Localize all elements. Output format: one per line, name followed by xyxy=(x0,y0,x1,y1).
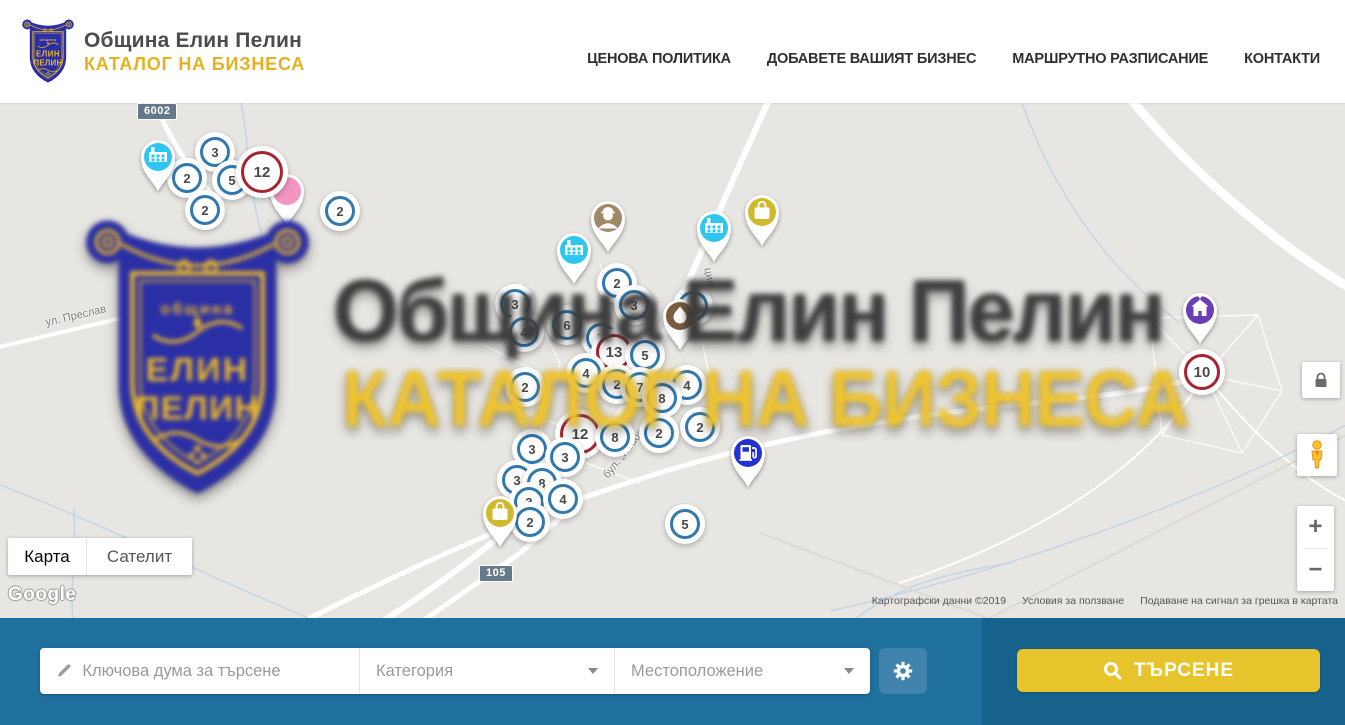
nav-contacts[interactable]: КОНТАКТИ xyxy=(1244,51,1320,67)
nav-route-schedule[interactable]: МАРШРУТНО РАЗПИСАНИЕ xyxy=(1012,51,1208,67)
search-button-label: ТЪРСЕНЕ xyxy=(1134,660,1234,682)
municipality-crest-icon xyxy=(22,13,74,91)
map-attribution: Картографски данни ©2019 Условия за полз… xyxy=(872,595,1338,607)
cluster-marker[interactable]: 4 xyxy=(548,484,578,514)
map-type-switch: Карта Сателит xyxy=(8,538,192,575)
site-logo[interactable]: Община Елин Пелин КАТАЛОГ НА БИЗНЕСА xyxy=(22,13,305,91)
cluster-marker[interactable]: 4 xyxy=(571,358,601,388)
cluster-marker[interactable]: 8 xyxy=(600,422,630,452)
category-pin-bag[interactable] xyxy=(740,190,784,248)
cluster-marker[interactable]: 2 xyxy=(685,412,715,442)
search-icon xyxy=(1103,661,1122,680)
main-nav: ЦЕНОВА ПОЛИТИКА ДОБАВЕТЕ ВАШИЯТ БИЗНЕС М… xyxy=(551,37,1320,67)
cluster-marker[interactable]: 10 xyxy=(1184,354,1220,390)
pegman-icon xyxy=(1305,440,1329,470)
cluster-marker[interactable]: 2 xyxy=(510,372,540,402)
keyword-field[interactable] xyxy=(40,648,360,694)
search-bar: Категория Местоположение xyxy=(0,618,1345,725)
category-pin-flame[interactable] xyxy=(658,294,702,352)
category-dropdown-label: Категория xyxy=(376,662,453,681)
cluster-marker[interactable]: 2 xyxy=(325,196,355,226)
location-dropdown[interactable]: Местоположение xyxy=(615,648,870,694)
streetview-lock-button[interactable] xyxy=(1302,362,1340,398)
search-button[interactable]: ТЪРСЕНЕ xyxy=(1017,649,1320,692)
map-type-map-button[interactable]: Карта xyxy=(8,538,86,575)
map-type-satellite-button[interactable]: Сателит xyxy=(86,538,192,575)
map-data-copyright: Картографски данни ©2019 xyxy=(872,595,1006,607)
category-dropdown[interactable]: Категория xyxy=(360,648,615,694)
cluster-marker[interactable]: 12 xyxy=(241,151,283,193)
category-pin-factory[interactable] xyxy=(692,206,736,264)
cluster-marker[interactable]: 4 xyxy=(509,317,539,347)
cluster-marker[interactable]: 3 xyxy=(550,442,580,472)
location-dropdown-label: Местоположение xyxy=(631,662,763,681)
header: Община Елин Пелин КАТАЛОГ НА БИЗНЕСА ЦЕН… xyxy=(0,0,1345,103)
category-pin-church[interactable] xyxy=(1178,288,1222,346)
category-pin-factory[interactable] xyxy=(552,228,596,286)
zoom-control: + − xyxy=(1297,506,1334,591)
gear-icon xyxy=(892,660,914,682)
road-number-badge: 6002 xyxy=(137,103,177,120)
terms-link[interactable]: Условия за ползване xyxy=(1022,595,1124,607)
report-error-link[interactable]: Подаване на сигнал за грешка в картата xyxy=(1140,595,1338,607)
cluster-marker[interactable]: 6 xyxy=(552,310,582,340)
road-number-badge: 105 xyxy=(479,565,513,582)
google-map[interactable]: ул. Преславбул. „Новоселции 6002105 xyxy=(0,103,1345,618)
nav-add-business[interactable]: ДОБАВЕТЕ ВАШИЯТ БИЗНЕС xyxy=(767,51,976,67)
category-pin-fuel[interactable] xyxy=(726,431,770,489)
page: Община Елин Пелин КАТАЛОГ НА БИЗНЕСА ЦЕН… xyxy=(0,0,1345,725)
pencil-icon xyxy=(56,662,72,680)
cluster-marker[interactable]: 2 xyxy=(190,195,220,225)
cluster-marker[interactable]: 13 xyxy=(596,334,632,370)
logo-text: Община Елин Пелин КАТАЛОГ НА БИЗНЕСА xyxy=(84,29,305,75)
site-title: Община Елин Пелин xyxy=(84,29,305,53)
zoom-in-button[interactable]: + xyxy=(1297,506,1334,548)
nav-pricing-policy[interactable]: ЦЕНОВА ПОЛИТИКА xyxy=(587,51,731,67)
filter-bar: Категория Местоположение xyxy=(40,648,870,694)
google-logo[interactable]: Google xyxy=(8,584,76,606)
cluster-marker[interactable]: 3 xyxy=(500,289,530,319)
site-subtitle: КАТАЛОГ НА БИЗНЕСА xyxy=(84,54,305,75)
pegman-button[interactable] xyxy=(1297,434,1337,476)
cluster-marker[interactable]: 3 xyxy=(517,434,547,464)
zoom-out-button[interactable]: − xyxy=(1297,549,1334,591)
keyword-input[interactable] xyxy=(82,662,343,681)
cluster-marker[interactable]: 8 xyxy=(647,383,677,413)
chevron-down-icon xyxy=(844,668,854,674)
chevron-down-icon xyxy=(588,668,598,674)
category-pin-factory[interactable] xyxy=(136,135,180,193)
cluster-marker[interactable]: 2 xyxy=(644,418,674,448)
advanced-settings-button[interactable] xyxy=(879,648,927,694)
lock-icon xyxy=(1314,372,1328,388)
cluster-marker[interactable]: 3 xyxy=(200,137,230,167)
cluster-marker[interactable]: 5 xyxy=(630,340,660,370)
category-pin-bag[interactable] xyxy=(478,491,522,549)
cluster-marker[interactable]: 3 xyxy=(619,290,649,320)
cluster-marker[interactable]: 5 xyxy=(670,509,700,539)
